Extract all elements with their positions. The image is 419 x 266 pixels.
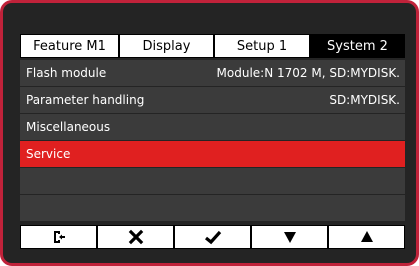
softkey-bar <box>20 225 405 249</box>
exit-icon <box>53 231 65 243</box>
menu-item-parameter-handling[interactable]: Parameter handling SD:MYDISK. <box>20 87 405 113</box>
confirm-check-icon <box>204 230 221 245</box>
confirm-button[interactable] <box>174 225 251 249</box>
menu-item-miscellaneous[interactable]: Miscellaneous <box>20 114 405 140</box>
scroll-down-button[interactable] <box>251 225 328 249</box>
menu-item-label: Flash module <box>26 66 107 80</box>
menu-item-label: Service <box>26 147 71 161</box>
menu-list: Flash module Module:N 1702 M, SD:MYDISK.… <box>20 60 405 222</box>
cancel-x-icon <box>128 229 143 245</box>
menu-item-value: Module:N 1702 M, SD:MYDISK. <box>216 66 400 80</box>
tab-system-2[interactable]: System 2 <box>310 34 405 58</box>
device-display: Feature M1 Display Setup 1 System 2 Flas… <box>0 0 419 266</box>
tab-feature-m1[interactable]: Feature M1 <box>20 34 119 58</box>
menu-item-label: Parameter handling <box>26 93 145 107</box>
arrow-down-icon <box>283 232 296 243</box>
arrow-up-icon <box>360 231 373 242</box>
tab-bar: Feature M1 Display Setup 1 System 2 <box>20 34 405 58</box>
menu-item-flash-module[interactable]: Flash module Module:N 1702 M, SD:MYDISK. <box>20 60 405 86</box>
menu-item-service[interactable]: Service <box>20 141 405 167</box>
tab-setup-1[interactable]: Setup 1 <box>214 34 310 58</box>
menu-item-empty[interactable] <box>20 168 405 194</box>
menu-item-empty[interactable] <box>20 195 405 221</box>
exit-button[interactable] <box>20 225 97 249</box>
menu-item-label: Miscellaneous <box>26 120 111 134</box>
menu-item-value: SD:MYDISK. <box>329 93 400 107</box>
scroll-up-button[interactable] <box>328 225 405 249</box>
cancel-button[interactable] <box>97 225 174 249</box>
tab-display[interactable]: Display <box>119 34 214 58</box>
